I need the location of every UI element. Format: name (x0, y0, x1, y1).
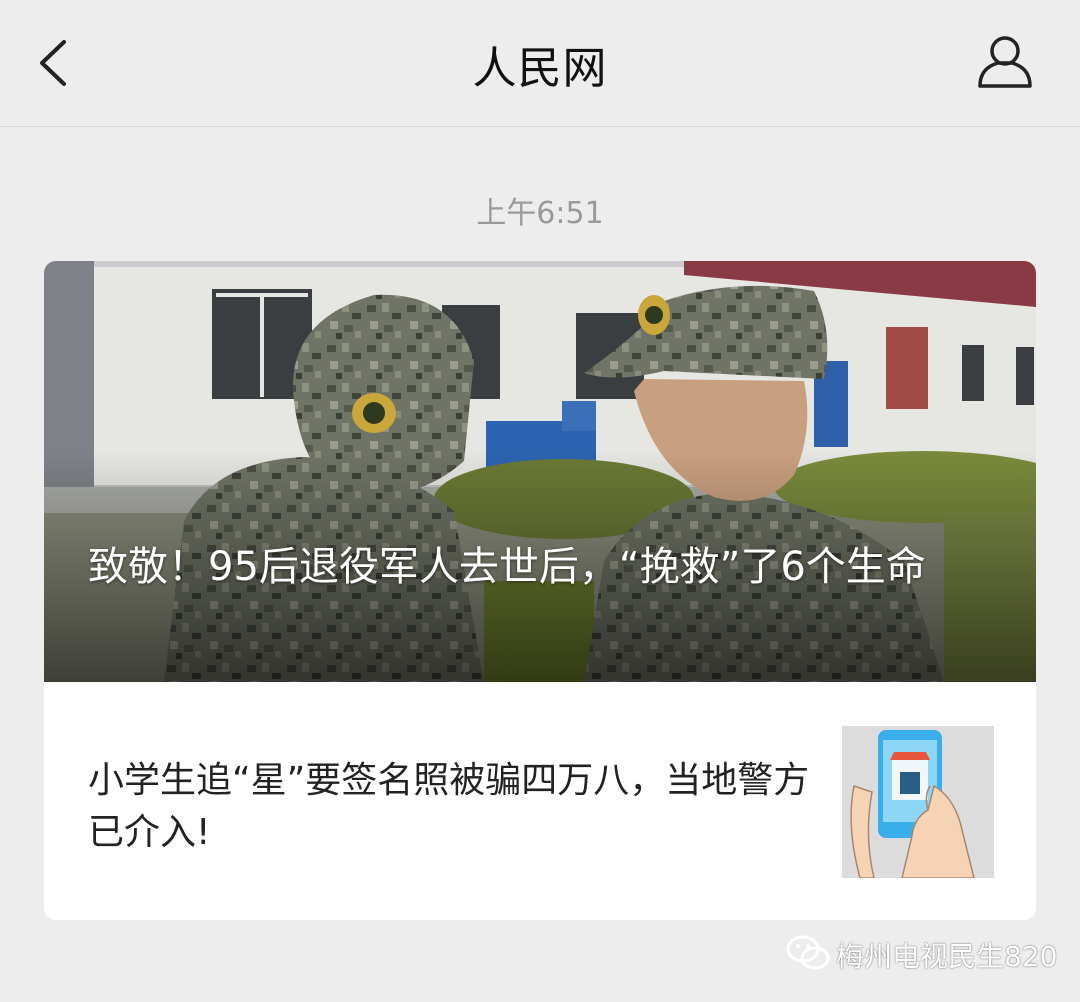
watermark-text: 梅州电视民生820 (836, 940, 1058, 973)
person-icon (978, 36, 1032, 88)
news-card: 致敬！95后退役军人去世后，“挽救”了6个生命 小学生追“星”要签名照被骗四万八… (44, 261, 1036, 920)
article-title: 小学生追“星”要签名照被骗四万八，当地警方已介入! (88, 760, 810, 853)
account-title: 人民网 (472, 43, 608, 94)
profile-button[interactable] (970, 30, 1040, 96)
lead-article-title: 致敬！95后退役军人去世后，“挽救”了6个生命 (88, 544, 926, 590)
message-timestamp: 上午6:51 (476, 196, 604, 231)
lead-article-photo (44, 261, 1036, 682)
source-watermark: 梅州电视民生820 (786, 932, 1058, 976)
top-navigation-bar: 人民网 (0, 0, 1080, 127)
wechat-icon (786, 935, 830, 970)
article-list-item[interactable]: 小学生追“星”要签名照被骗四万八，当地警方已介入! (44, 682, 1036, 920)
lead-article[interactable]: 致敬！95后退役军人去世后，“挽救”了6个生命 (44, 261, 1036, 682)
phone-scam-thumbnail (842, 726, 994, 878)
